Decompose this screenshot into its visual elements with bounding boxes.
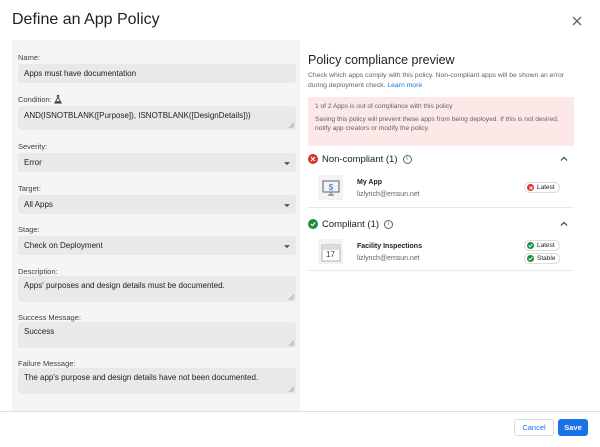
stage-value: Check on Deployment: [24, 241, 103, 250]
learn-more-link[interactable]: Learn more: [387, 82, 422, 89]
flask-icon: [53, 95, 62, 104]
list-item[interactable]: 17 Facility Inspections lizlynch@emsun.n…: [308, 235, 574, 271]
resize-handle-icon[interactable]: [288, 386, 294, 392]
list-item[interactable]: $ My App lizlynch@emsun.net Latest: [308, 170, 574, 208]
compliant-label: Compliant (1): [322, 218, 380, 230]
preview-subtitle: Check which apps comply with this policy…: [308, 71, 580, 91]
preview-subtitle-text: Check which apps comply with this policy…: [308, 72, 565, 89]
badge-label: Stable: [537, 255, 556, 262]
info-icon[interactable]: i: [384, 219, 394, 229]
resize-handle-icon[interactable]: [288, 294, 294, 300]
chevron-down-icon: [284, 203, 290, 207]
cancel-button[interactable]: Cancel: [514, 419, 554, 436]
description-textarea[interactable]: Apps' purposes and design details must b…: [18, 276, 296, 302]
app-thumbnail: $: [318, 175, 343, 200]
status-badge: Stable: [524, 253, 561, 264]
badge-label: Latest: [537, 242, 555, 249]
calendar-day: 17: [326, 250, 335, 259]
save-button[interactable]: Save: [558, 419, 588, 436]
stage-select[interactable]: Check on Deployment: [18, 236, 296, 255]
target-value: All Apps: [24, 200, 53, 209]
success-message-textarea[interactable]: Success: [18, 322, 296, 348]
condition-label-row: Condition:: [18, 95, 62, 104]
chevron-down-icon: [284, 244, 290, 248]
close-icon[interactable]: [570, 14, 584, 28]
footer-divider: [0, 411, 600, 412]
check-circle-icon: [527, 242, 534, 249]
check-circle-icon: [308, 219, 318, 229]
policy-form: Name: Apps must have documentation Condi…: [12, 40, 300, 412]
error-icon: [527, 184, 534, 191]
app-name: My App: [357, 179, 383, 186]
svg-text:$: $: [328, 183, 333, 192]
success-message-value: Success: [24, 327, 55, 336]
noncompliant-label: Non-compliant (1): [322, 153, 398, 165]
app-owner: lizlynch@emsun.net: [357, 191, 420, 198]
alert-summary: 1 of 2 Apps is out of compliance with th…: [315, 103, 453, 110]
chevron-up-icon[interactable]: [560, 220, 568, 228]
badge-label: Latest: [537, 184, 555, 191]
condition-value: AND(ISNOTBLANK([Purpose]), ISNOTBLANK([D…: [24, 111, 251, 120]
failure-message-value: The app's purpose and design details hav…: [24, 373, 259, 382]
name-label: Name:: [18, 53, 41, 62]
stage-label: Stage:: [18, 225, 40, 234]
app-thumbnail: 17: [318, 239, 343, 264]
check-circle-icon: [527, 255, 534, 262]
chevron-down-icon: [284, 161, 290, 165]
target-label: Target:: [18, 184, 41, 193]
chevron-up-icon[interactable]: [560, 155, 568, 163]
compliance-alert: 1 of 2 Apps is out of compliance with th…: [308, 97, 574, 146]
condition-textarea[interactable]: AND(ISNOTBLANK([Purpose]), ISNOTBLANK([D…: [18, 106, 296, 130]
name-input-value: Apps must have documentation: [24, 69, 137, 78]
compliant-section-header[interactable]: Compliant (1) i: [308, 216, 574, 232]
app-owner: lizlynch@emsun.net: [357, 255, 420, 262]
status-badge: Latest: [524, 182, 560, 193]
severity-value: Error: [24, 158, 42, 167]
noncompliant-section-header[interactable]: Non-compliant (1) i: [308, 151, 574, 167]
alert-detail: Saving this policy will prevent these ap…: [315, 116, 559, 132]
failure-message-textarea[interactable]: The app's purpose and design details hav…: [18, 368, 296, 394]
error-icon: [308, 154, 318, 164]
info-icon[interactable]: i: [402, 154, 412, 164]
compliance-preview: Policy compliance preview Check which ap…: [300, 40, 588, 412]
severity-label: Severity:: [18, 142, 48, 151]
resize-handle-icon[interactable]: [288, 340, 294, 346]
resize-handle-icon[interactable]: [288, 122, 294, 128]
condition-label: Condition:: [18, 95, 52, 104]
description-label: Description:: [18, 267, 58, 276]
severity-select[interactable]: Error: [18, 153, 296, 172]
description-value: Apps' purposes and design details must b…: [24, 281, 225, 290]
monitor-dollar-icon: $: [322, 180, 339, 195]
preview-title: Policy compliance preview: [308, 53, 455, 67]
status-badge: Latest: [524, 240, 560, 251]
app-name: Facility Inspections: [357, 243, 422, 250]
failure-message-label: Failure Message:: [18, 359, 76, 368]
success-message-label: Success Message:: [18, 313, 81, 322]
target-select[interactable]: All Apps: [18, 195, 296, 214]
dialog-title: Define an App Policy: [12, 11, 160, 28]
name-input[interactable]: Apps must have documentation: [18, 64, 296, 83]
